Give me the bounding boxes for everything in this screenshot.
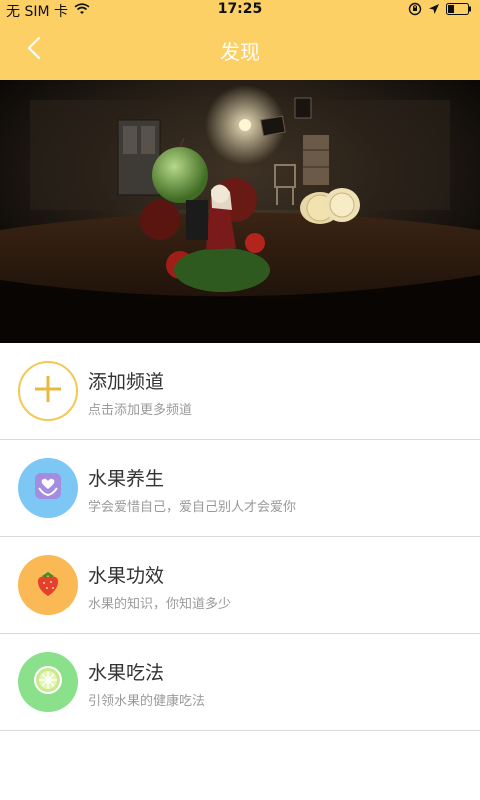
channel-subtitle: 点击添加更多频道 [88,403,193,418]
channel-item-add[interactable]: 添加频道 点击添加更多频道 [0,343,480,440]
channel-subtitle: 引领水果的健康吃法 [88,694,206,709]
channel-title: 水果养生 [88,468,165,490]
banner-image[interactable] [0,80,480,343]
lime-slice-icon [32,664,64,700]
fantasy-fruit-room-image [0,80,480,343]
channel-title: 添加频道 [88,371,165,393]
location-arrow-icon [428,3,440,19]
nav-bar: 发现 [0,20,480,80]
channel-list: 添加频道 点击添加更多频道 水果养生 学会爱惜自己，爱自己别人才会爱你 水果功效… [0,343,480,731]
status-bar: 无 SIM 卡 17:25 [0,0,480,20]
heart-hands-icon [31,469,65,507]
channel-item-health[interactable]: 水果养生 学会爱惜自己，爱自己别人才会爱你 [0,440,480,537]
channel-icon-eating [18,652,78,712]
channel-icon-add [18,361,78,421]
channel-icon-health [18,458,78,518]
strawberry-icon [32,567,64,603]
status-right [408,2,472,20]
plus-icon [33,374,63,408]
channel-title: 水果功效 [88,565,165,587]
channel-icon-effects [18,555,78,615]
channel-item-eating[interactable]: 水果吃法 引领水果的健康吃法 [0,634,480,731]
page-title: 发现 [220,40,260,64]
orientation-lock-icon [408,2,422,20]
battery-icon [446,3,472,19]
channel-subtitle: 水果的知识，你知道多少 [88,597,232,612]
channel-title: 水果吃法 [88,662,165,684]
channel-item-effects[interactable]: 水果功效 水果的知识，你知道多少 [0,537,480,634]
channel-subtitle: 学会爱惜自己，爱自己别人才会爱你 [88,500,297,515]
